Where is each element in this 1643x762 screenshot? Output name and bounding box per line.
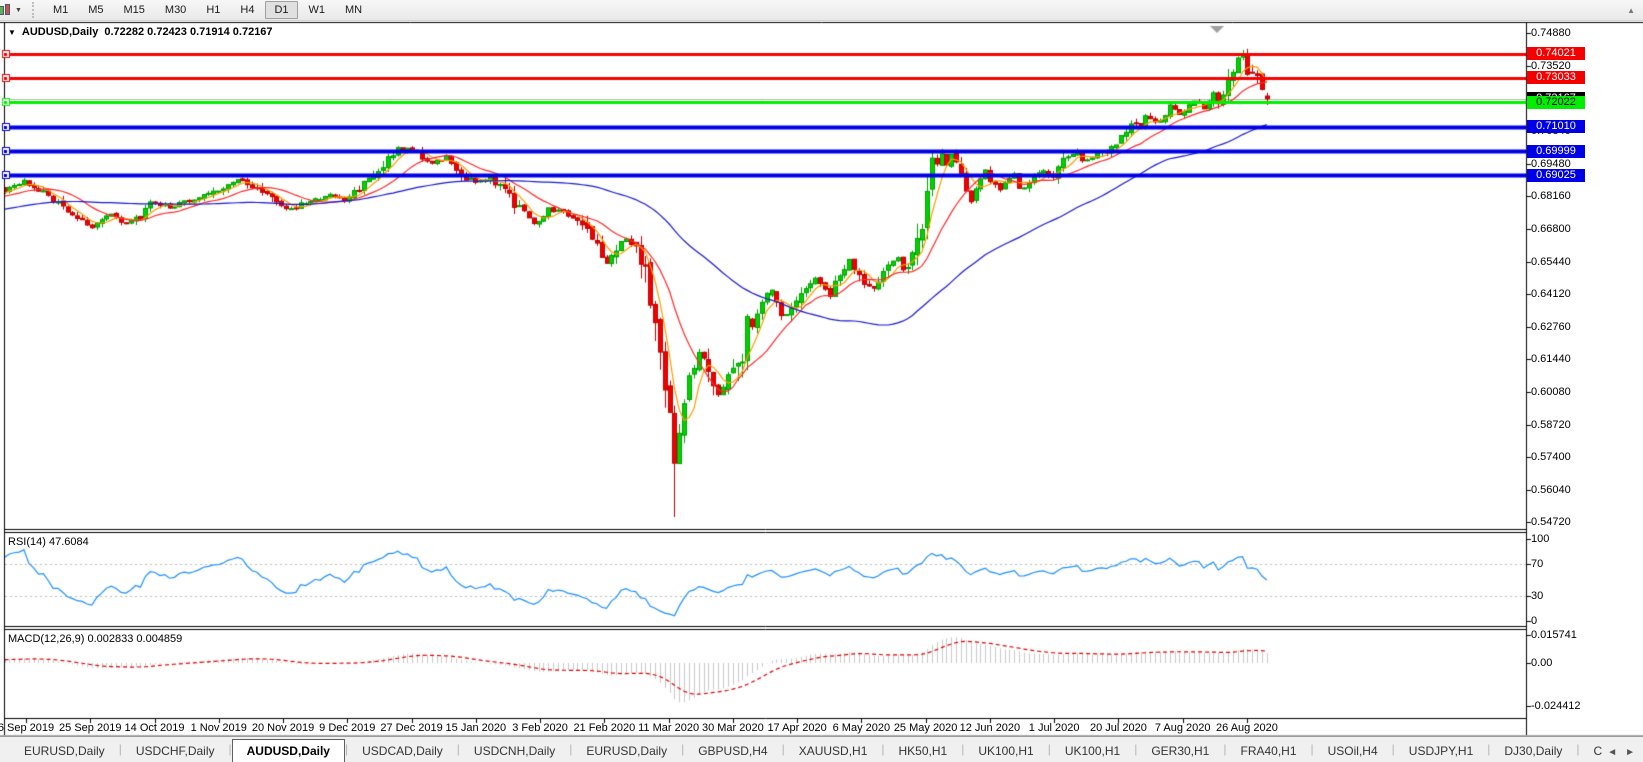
tab-eurusd-daily[interactable]: EURUSD,Daily (572, 741, 681, 762)
tab-strip: EURUSD,Daily | USDCHF,Daily | AUDUSD,Daily | U… (0, 737, 1603, 762)
tab-china300-h1[interactable]: CHINA300,H1 (1580, 741, 1604, 762)
tab-usdcnh-daily[interactable]: USDCNH,Daily (460, 741, 569, 762)
tab-uk100-h1[interactable]: UK100,H1 (964, 741, 1047, 762)
tab-usdcad-daily[interactable]: USDCAD,Daily (348, 741, 457, 762)
tab-audusd-daily[interactable]: AUDUSD,Daily (231, 739, 345, 762)
tab-uk100-h1[interactable]: UK100,H1 (1051, 741, 1134, 762)
tab-hk50-h1[interactable]: HK50,H1 (885, 741, 962, 762)
tab-dj30-daily[interactable]: DJ30,Daily (1490, 741, 1576, 762)
tab-usdchf-daily[interactable]: USDCHF,Daily (122, 741, 229, 762)
tab-scroll-left-icon[interactable]: ◄ (1607, 747, 1617, 758)
tab-usoil-h4[interactable]: USOil,H4 (1314, 741, 1392, 762)
tab-gbpusd-h4[interactable]: GBPUSD,H4 (684, 741, 781, 762)
chart-tab-bar: EURUSD,Daily | USDCHF,Daily | AUDUSD,Daily | U… (0, 736, 1643, 762)
tab-ger30-h1[interactable]: GER30,H1 (1137, 741, 1223, 762)
tab-fra40-h1[interactable]: FRA40,H1 (1226, 741, 1310, 762)
tab-eurusd-daily[interactable]: EURUSD,Daily (10, 741, 119, 762)
tab-usdjpy-h1[interactable]: USDJPY,H1 (1395, 741, 1487, 762)
tab-xauusd-h1[interactable]: XAUUSD,H1 (785, 741, 882, 762)
tab-scroll-right-icon[interactable]: ► (1625, 747, 1635, 758)
price-chart-canvas[interactable] (0, 0, 1643, 761)
